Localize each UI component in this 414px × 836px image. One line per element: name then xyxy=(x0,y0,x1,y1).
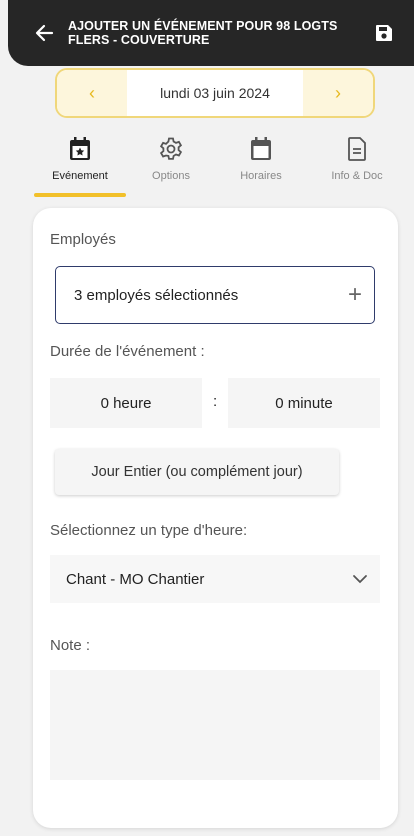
full-day-button[interactable]: Jour Entier (ou complément jour) xyxy=(55,449,339,495)
back-button[interactable] xyxy=(24,13,64,53)
employees-label: Employés xyxy=(50,231,116,248)
arrow-left-icon xyxy=(35,24,54,42)
current-date[interactable]: lundi 03 juin 2024 xyxy=(127,85,303,101)
tab-evenement-label: Evénement xyxy=(52,170,108,182)
employees-selector[interactable]: 3 employés sélectionnés + xyxy=(55,266,375,324)
gear-icon xyxy=(159,137,183,160)
page-title-line1: AJOUTER UN ÉVÉNEMENT POUR 98 LOGTS xyxy=(68,19,338,33)
hour-type-value: Chant - MO Chantier xyxy=(66,570,205,588)
floppy-save-icon xyxy=(376,25,392,41)
chevron-right-icon: › xyxy=(335,82,341,103)
tab-info-doc[interactable]: Info & Doc xyxy=(312,132,402,182)
page-title: AJOUTER UN ÉVÉNEMENT POUR 98 LOGTS FLERS… xyxy=(68,19,364,47)
next-day-button[interactable]: › xyxy=(303,70,373,116)
active-tab-indicator xyxy=(34,193,126,197)
plus-icon[interactable]: + xyxy=(348,281,362,309)
calendar-icon xyxy=(251,137,271,160)
tab-options-label: Options xyxy=(152,170,190,182)
chevron-down-icon xyxy=(353,575,367,584)
note-label: Note : xyxy=(50,637,91,654)
duration-label: Durée de l'événement : xyxy=(50,343,205,360)
duration-separator: : xyxy=(213,393,218,410)
tab-evenement[interactable]: Evénement xyxy=(35,132,125,182)
document-icon xyxy=(348,137,366,161)
calendar-star-icon xyxy=(70,137,90,160)
tab-horaires-label: Horaires xyxy=(240,170,282,182)
save-button[interactable] xyxy=(364,13,404,53)
tab-info-doc-label: Info & Doc xyxy=(331,170,383,182)
note-textarea[interactable] xyxy=(50,670,380,780)
event-form-card: Employés 3 employés sélectionnés + Durée… xyxy=(33,208,398,828)
previous-day-button[interactable]: ‹ xyxy=(57,70,127,116)
app-bar: AJOUTER UN ÉVÉNEMENT POUR 98 LOGTS FLERS… xyxy=(8,0,414,66)
tab-options[interactable]: Options xyxy=(126,132,216,182)
tab-bar: Evénement Options Horaires Info & Doc xyxy=(0,132,414,202)
hour-type-select[interactable]: Chant - MO Chantier xyxy=(50,555,380,603)
employees-value: 3 employés sélectionnés xyxy=(74,286,239,304)
page-title-line2: FLERS - COUVERTURE xyxy=(68,33,210,47)
chevron-left-icon: ‹ xyxy=(89,82,95,103)
hours-input[interactable]: 0 heure xyxy=(50,378,202,428)
minutes-input[interactable]: 0 minute xyxy=(228,378,380,428)
date-navigator: ‹ lundi 03 juin 2024 › xyxy=(55,68,375,118)
hour-type-label: Sélectionnez un type d'heure: xyxy=(50,522,248,539)
tab-horaires[interactable]: Horaires xyxy=(216,132,306,182)
